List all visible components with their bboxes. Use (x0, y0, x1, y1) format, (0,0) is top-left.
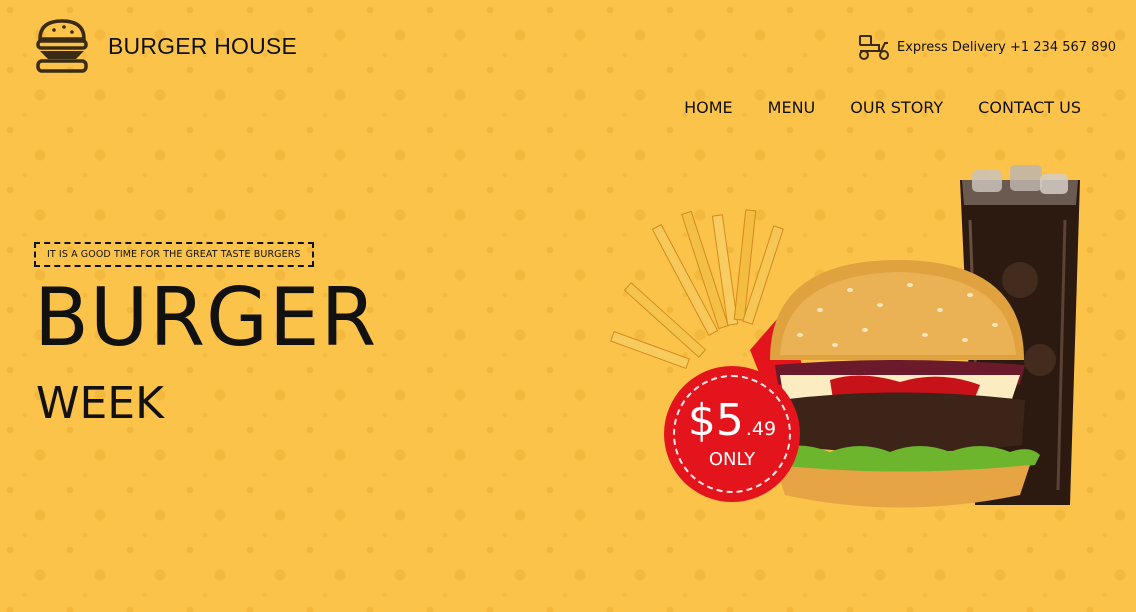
price-badge: $5 .49 ONLY (664, 366, 800, 502)
hero-tagline: IT IS A GOOD TIME FOR THE GREAT TASTE BU… (34, 242, 314, 267)
brand-name: BURGER HOUSE (108, 32, 297, 59)
logo[interactable]: BURGER HOUSE (34, 17, 297, 75)
hero-subtitle: WEEK (36, 378, 164, 429)
nav-our-story[interactable]: OUR STORY (850, 98, 943, 117)
delivery-info: Express Delivery +1 234 567 890 (857, 33, 1116, 61)
burger-icon (36, 19, 88, 73)
price-cents: .49 (745, 417, 777, 440)
hero-title: BURGER (34, 271, 378, 364)
price: $5 .49 (687, 394, 777, 446)
price-only-label: ONLY (708, 448, 756, 470)
main-nav: HOME MENU OUR STORY CONTACT US (684, 98, 1081, 117)
scooter-icon (859, 35, 889, 60)
nav-home[interactable]: HOME (684, 98, 733, 117)
nav-menu[interactable]: MENU (768, 98, 816, 117)
delivery-text: Express Delivery +1 234 567 890 (897, 39, 1116, 55)
burger-image (768, 260, 1040, 508)
burger-combo-image (610, 165, 1080, 508)
price-main: $5 (687, 394, 744, 446)
nav-contact-us[interactable]: CONTACT US (978, 98, 1081, 117)
